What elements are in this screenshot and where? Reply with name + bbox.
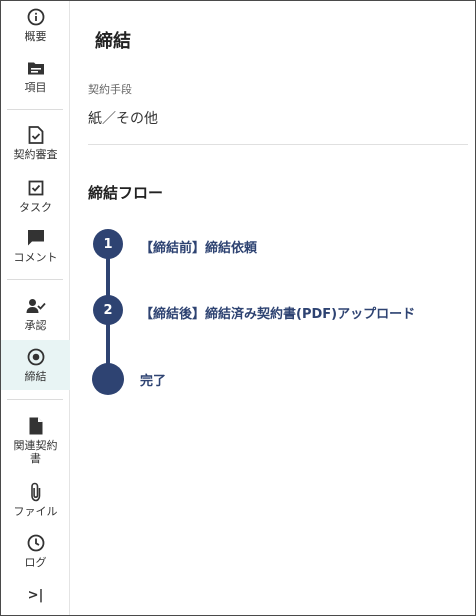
expand-sidebar-icon: >| [27, 588, 44, 603]
sidebar-item-label: 関連契約書 [13, 439, 58, 465]
file-icon [26, 416, 46, 436]
sidebar-item-label: コメント [13, 251, 58, 264]
page-title: 締結 [95, 31, 131, 52]
sidebar-item-files[interactable]: ファイル [1, 482, 70, 522]
checkbox-icon [26, 178, 46, 198]
folder-icon [26, 58, 46, 78]
sidebar-item-label: 概要 [24, 30, 47, 43]
clock-icon [26, 533, 46, 553]
flow-step-2-label[interactable]: 【締結後】締結済み契約書(PDF)アップロード [140, 303, 415, 322]
contract-method-value: 紙／その他 [88, 111, 158, 127]
sidebar-item-label: 項目 [24, 81, 47, 94]
info-icon [26, 7, 46, 27]
sidebar-item-overview[interactable]: 概要 [1, 7, 70, 47]
flow-step-1-number: 1 [93, 229, 123, 259]
sidebar-item-label: 締結 [24, 370, 47, 383]
sidebar-item-label: 契約審査 [13, 148, 58, 161]
sidebar-item-label: ログ [24, 556, 47, 569]
target-icon [26, 347, 46, 367]
section-divider [88, 144, 468, 145]
flow-complete-label: 完了 [140, 374, 167, 389]
contract-method-label: 契約手段 [88, 83, 132, 96]
sidebar-item-conclusion[interactable]: 締結 [1, 340, 70, 390]
sidebar-item-label: ファイル [13, 505, 58, 518]
sidebar-divider [7, 109, 63, 110]
main-panel: 締結 契約手段 紙／その他 締結フロー 1 【締結前】締結依頼 2 【締結後】締… [71, 1, 475, 615]
sidebar-item-label: タスク [19, 201, 52, 214]
flow-step-2-number: 2 [93, 295, 123, 325]
sidebar-item-label: 承認 [24, 319, 47, 332]
sidebar-item-items[interactable]: 項目 [1, 58, 70, 98]
sidebar-item-comments[interactable]: コメント [1, 228, 70, 268]
comment-icon [26, 228, 46, 248]
sidebar-item-tasks[interactable]: タスク [1, 178, 70, 218]
flow-complete-marker [92, 363, 124, 395]
user-check-icon [26, 296, 46, 316]
flow-section-title: 締結フロー [88, 184, 164, 202]
flow-step-1-label[interactable]: 【締結前】締結依頼 [140, 237, 257, 256]
sidebar-item-log[interactable]: ログ [1, 533, 70, 573]
document-check-icon [26, 125, 46, 145]
sidebar-divider [7, 279, 63, 280]
paperclip-icon [26, 482, 46, 502]
sidebar-item-related-contracts[interactable]: 関連契約書 [1, 416, 70, 466]
sidebar-item-approval[interactable]: 承認 [1, 296, 70, 336]
sidebar-divider [7, 399, 63, 400]
sidebar-item-contract-review[interactable]: 契約審査 [1, 125, 70, 165]
sidebar: 概要 項目 契約審査 タスク コメント 承認 締結 関連契約書 ファイル ログ … [1, 1, 70, 615]
sidebar-toggle-button[interactable]: >| [1, 589, 70, 609]
